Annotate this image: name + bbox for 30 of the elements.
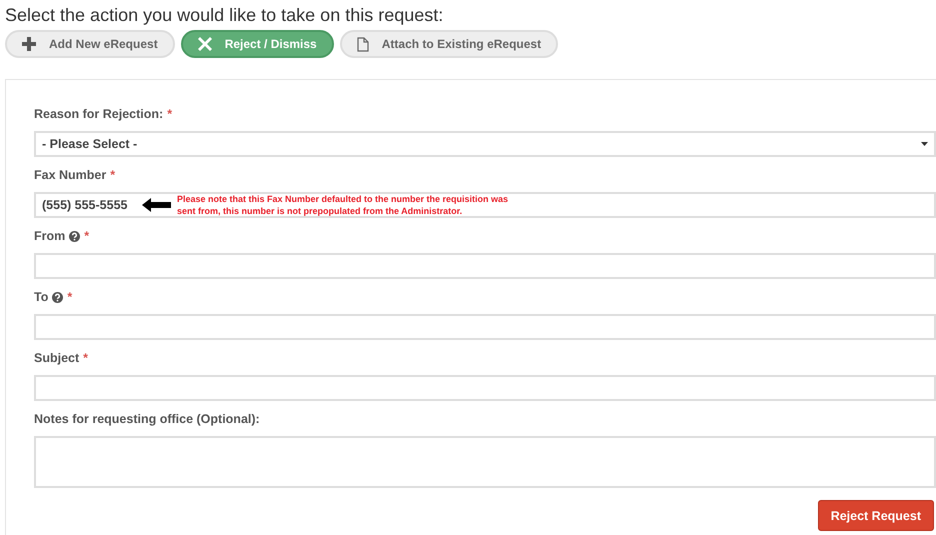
document-icon <box>356 36 369 52</box>
required-mark: * <box>167 107 172 121</box>
action-button[interactable]: Attach to Existing eRequest <box>340 30 558 58</box>
caret-icon <box>921 142 928 146</box>
required-mark: * <box>67 290 72 304</box>
input-field[interactable]: (555) 555-5555 Please note that this Fax Number defaulted to the number the requisition was sent from, this number is not prepopulated from the Administrator. <box>34 192 936 218</box>
field-label: From <box>34 229 66 243</box>
reject-request-button[interactable]: Reject Request <box>818 500 934 531</box>
required-mark: * <box>110 168 116 182</box>
input-field[interactable] <box>34 314 936 340</box>
field-label: Notes for requesting office (Optional): <box>34 412 260 426</box>
input-field[interactable] <box>34 375 936 401</box>
arrow-icon <box>142 198 171 212</box>
notes-textarea[interactable] <box>34 436 936 488</box>
action-button[interactable]: Reject / Dismiss <box>180 30 334 58</box>
annotation-note: Please note that this Fax Number defaulted to the number the requisition was sent from, this number is not prepopulated from the Administrator. <box>177 193 510 217</box>
reason-dropdown[interactable]: - Please Select - <box>34 131 936 157</box>
help-icon[interactable] <box>69 230 80 242</box>
input-field[interactable] <box>34 253 936 279</box>
field-label: Subject <box>34 351 80 365</box>
plus-icon <box>22 37 36 51</box>
required-mark: * <box>84 229 90 243</box>
field-label: To <box>34 290 48 304</box>
help-icon[interactable] <box>52 292 64 302</box>
required-mark: * <box>83 351 88 365</box>
field-label: Reason for Rejection: <box>34 107 164 121</box>
action-button[interactable]: Add New eRequest <box>5 30 175 58</box>
instruction-text: Select the action you would like to take on this request: <box>5 4 444 26</box>
field-label: Fax Number <box>34 168 106 182</box>
close-icon <box>198 37 212 51</box>
